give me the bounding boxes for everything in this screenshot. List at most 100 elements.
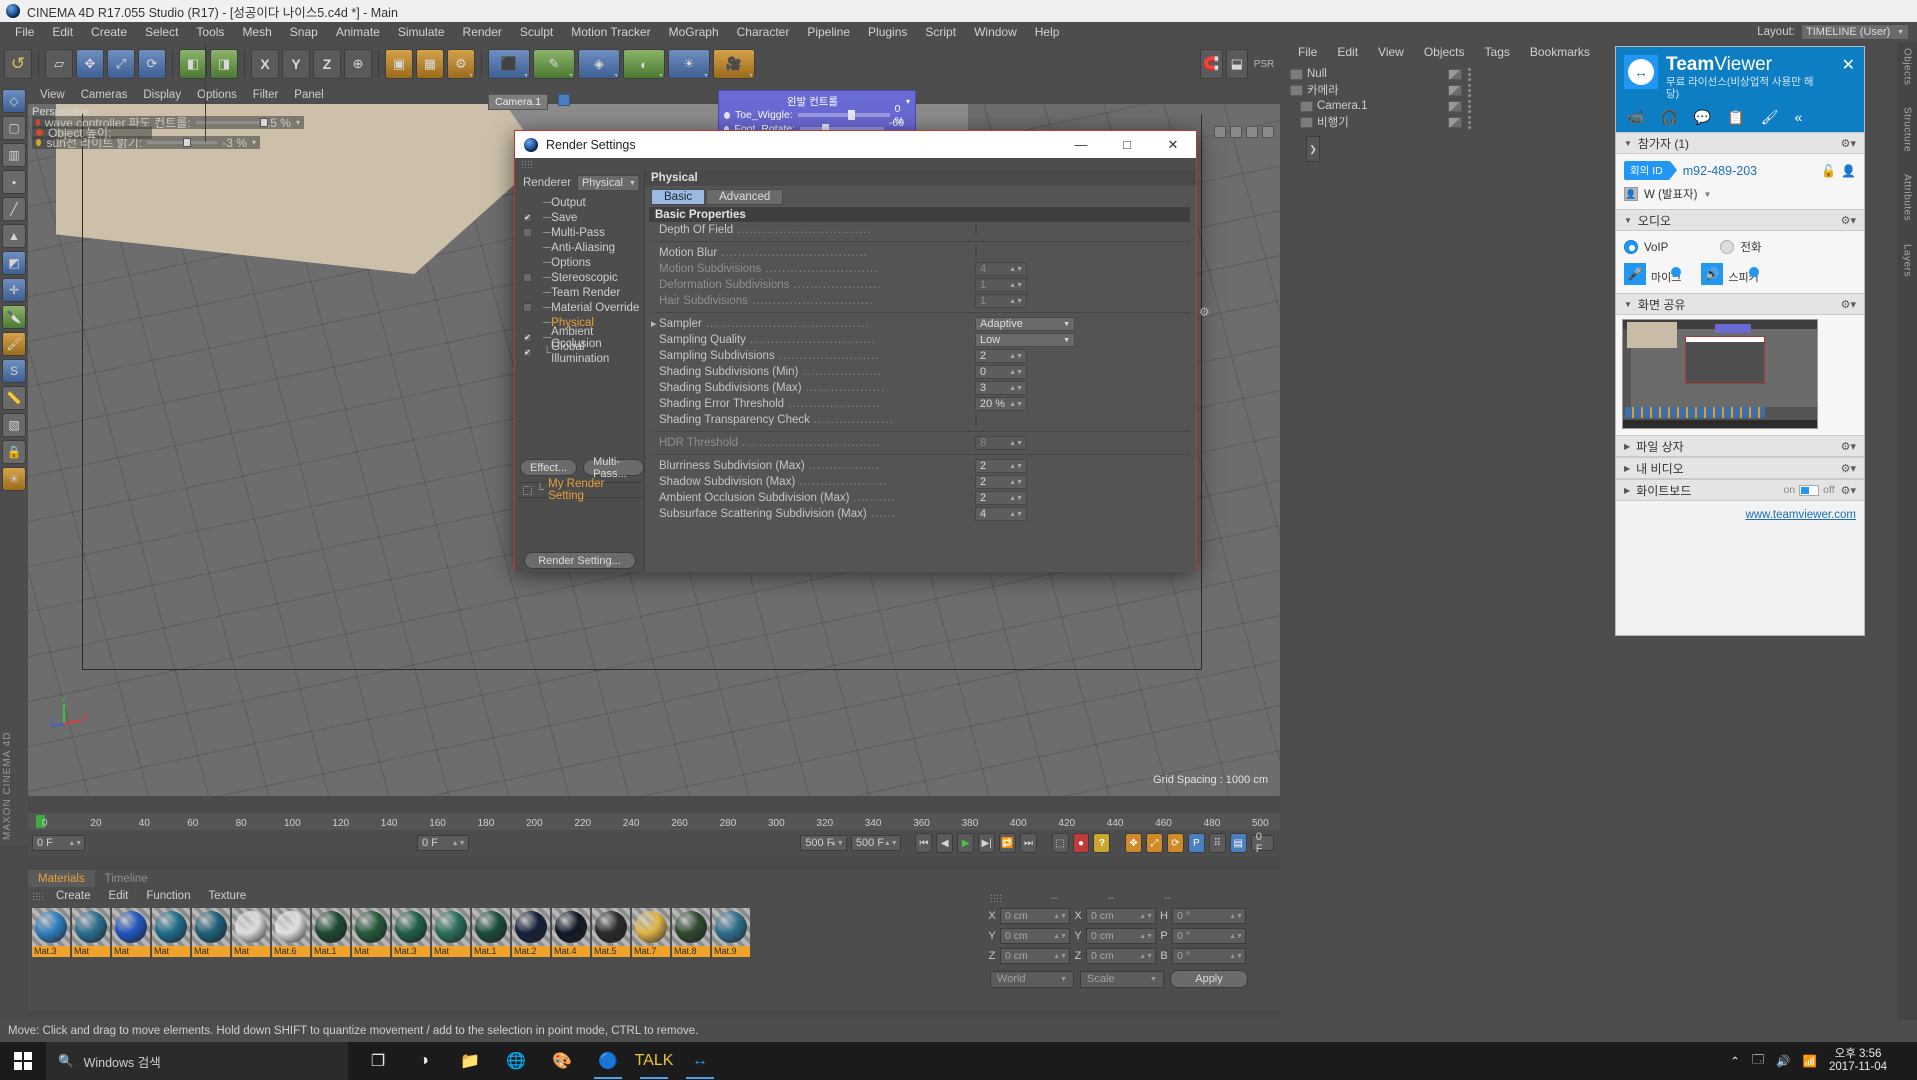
- objman-menu-edit[interactable]: Edit: [1327, 42, 1368, 62]
- teamviewer-panel[interactable]: ✕ ↔ TeamViewer 무료 라이선스(비상업적 사용만 해당) 📹 🎧 …: [1615, 46, 1865, 636]
- render-setting-node-output[interactable]: ─ Output: [517, 195, 644, 210]
- viewport-maximize-icon[interactable]: [1214, 126, 1226, 138]
- layout-selector[interactable]: Layout: TIMELINE (User) ▼: [1757, 22, 1909, 42]
- material-item[interactable]: Mat.1: [312, 908, 350, 957]
- menu-item-mograph[interactable]: MoGraph: [660, 22, 728, 42]
- gear-icon[interactable]: ⚙▾: [1841, 214, 1856, 227]
- axis-x-button[interactable]: X: [251, 49, 279, 79]
- property-number-field[interactable]: 4 ▲▼: [975, 507, 1027, 521]
- whiteboard-section-header[interactable]: ▶ 화이트보드 on off ⚙▾: [1616, 479, 1864, 501]
- checkbox-icon[interactable]: [523, 303, 532, 312]
- panel-grip-icon[interactable]: [990, 894, 1001, 902]
- rotate-tool-button[interactable]: ⟳: [138, 49, 166, 79]
- property-number-field[interactable]: 1 ▲▼: [975, 294, 1027, 308]
- lock-icon[interactable]: 🔓: [1821, 164, 1836, 178]
- loop-button[interactable]: 🔁: [999, 833, 1017, 853]
- property-row-sampling-subdivisions[interactable]: Sampling Subdivisions...................…: [645, 348, 1196, 364]
- make-editable-button[interactable]: ◇: [2, 89, 26, 113]
- close-button[interactable]: ✕: [1150, 131, 1196, 158]
- screen-share-preview-wrap[interactable]: [1616, 315, 1864, 435]
- teamviewer-icon[interactable]: ↔: [678, 1042, 722, 1080]
- material-thumbnail[interactable]: [32, 908, 70, 946]
- notes-icon[interactable]: 📋: [1727, 109, 1744, 126]
- checkbox-checked-icon[interactable]: ✔: [523, 213, 532, 222]
- render-settings-content[interactable]: Physical Basic Advanced Basic Properties …: [645, 170, 1196, 572]
- task-view-icon[interactable]: ❐: [356, 1042, 400, 1080]
- render-tab-basic[interactable]: Basic: [651, 189, 706, 205]
- gear-icon[interactable]: ⚙▾: [1841, 484, 1856, 497]
- render-setting-node-save[interactable]: ✔ ─ Save: [517, 210, 644, 225]
- teamviewer-close-icon[interactable]: ✕: [1842, 55, 1855, 75]
- property-number-field[interactable]: 8 ▲▼: [975, 436, 1027, 450]
- coordinate-row[interactable]: X 0 cm ▲▼ X 0 cm ▲▼ H 0 ° ▲▼: [984, 906, 1280, 926]
- material-item[interactable]: Mat: [192, 908, 230, 957]
- chat-icon[interactable]: 💬: [1694, 109, 1711, 126]
- axis-z-button[interactable]: Z: [313, 49, 341, 79]
- menu-item-render[interactable]: Render: [454, 22, 511, 42]
- property-number-field[interactable]: 1 ▲▼: [975, 278, 1027, 292]
- render-settings-tabs[interactable]: Basic Advanced: [645, 186, 1196, 207]
- gear-icon[interactable]: ⚙▾: [1841, 462, 1856, 475]
- material-thumbnail[interactable]: [312, 908, 350, 946]
- tray-ime-icon[interactable]: 🗔: [1752, 1052, 1764, 1071]
- property-row-shading-subdivisions-min[interactable]: Shading Subdivisions (Min)..............…: [645, 364, 1196, 380]
- mic-control[interactable]: 🎤 마이크: [1624, 263, 1682, 285]
- end-frame-field[interactable]: 500 F ▲▼: [800, 835, 847, 851]
- key-scale-button[interactable]: ⤢: [1146, 833, 1163, 853]
- audio-mode-radios[interactable]: VoIP 전화: [1624, 239, 1856, 255]
- speaker-icon[interactable]: 🔊: [1701, 263, 1724, 285]
- current-frame-field[interactable]: 0 F ▲▼: [32, 835, 86, 851]
- add-scene-button[interactable]: ☀: [668, 49, 710, 79]
- object-dots-icon[interactable]: [1468, 83, 1471, 97]
- video-icon[interactable]: 📹: [1627, 109, 1644, 126]
- material-item[interactable]: Mat: [112, 908, 150, 957]
- render-settings-button[interactable]: ⚙: [447, 49, 475, 79]
- left-toolbar[interactable]: ◇ ▢ ▥ ⬩ ╱ ▲ ◩ ✛ 🔪 🖌 S 📏 ▧ 🔒 ✳ MAXON CINE…: [0, 86, 28, 846]
- render-settings-sidebar[interactable]: Renderer Physical ▼ ─ Output ✔ ─ Save ─ Multi-P…: [515, 170, 645, 572]
- property-row-subsurface-scattering-subdivision-max[interactable]: Subsurface Scattering Subdivision (Max).…: [645, 506, 1196, 522]
- menu-item-mesh[interactable]: Mesh: [233, 22, 280, 42]
- property-number-field[interactable]: 2 ▲▼: [975, 475, 1027, 489]
- chrome-icon[interactable]: 🌐: [494, 1042, 538, 1080]
- objman-menu-objects[interactable]: Objects: [1414, 42, 1475, 62]
- windows-taskbar[interactable]: 🔍 Windows 검색 ❐ ◑ 📁 🌐 🎨 🔵 TALK ↔ ⌃ 🗔 🔊 📶 …: [0, 1042, 1917, 1080]
- menu-item-file[interactable]: File: [6, 22, 43, 42]
- texture-mode-button[interactable]: ▥: [2, 143, 26, 167]
- camera-tag[interactable]: Camera.1: [488, 94, 549, 110]
- talk-icon[interactable]: TALK: [632, 1042, 676, 1080]
- property-checkbox[interactable]: [975, 413, 977, 427]
- goto-end-button[interactable]: ⏭: [1020, 833, 1037, 853]
- maximize-button[interactable]: □: [1104, 131, 1150, 158]
- hud-slider[interactable]: [147, 138, 218, 147]
- panel-expand-arrow-icon[interactable]: ❯: [1306, 136, 1320, 162]
- material-thumbnail[interactable]: [592, 908, 630, 946]
- property-checkbox[interactable]: [975, 223, 977, 237]
- property-value[interactable]: 20 % ▲▼: [975, 397, 1027, 411]
- property-row-blurriness-subdivision-max[interactable]: Blurriness Subdivision (Max)............…: [645, 458, 1196, 474]
- polygon-mode-button[interactable]: ▲: [2, 224, 26, 248]
- start-button[interactable]: [0, 1042, 46, 1080]
- dock-tab-objects[interactable]: Objects: [1902, 48, 1913, 85]
- sculpt-s-button[interactable]: S: [2, 359, 26, 383]
- material-thumbnail[interactable]: [632, 908, 670, 946]
- renderer-select[interactable]: Physical ▼: [576, 175, 639, 191]
- menu-item-character[interactable]: Character: [728, 22, 799, 42]
- viewport-solo-button[interactable]: ◩: [2, 251, 26, 275]
- material-thumbnail[interactable]: [512, 908, 550, 946]
- measure-tool-button[interactable]: 📏: [2, 386, 26, 410]
- toe-wiggle-slider[interactable]: [797, 110, 890, 120]
- object-visibility-tile[interactable]: [1448, 100, 1462, 112]
- magnet-tool-button[interactable]: ◨: [210, 49, 238, 79]
- property-number-field[interactable]: 0 ▲▼: [975, 365, 1027, 379]
- coordinates-panel[interactable]: -- -- -- X 0 cm ▲▼ X 0 cm ▲▼ H 0 ° ▲▼ Y 0 cm ▲▼ Y 0 c…: [984, 890, 1280, 1010]
- object-dots-icon[interactable]: [1468, 99, 1471, 113]
- effect-button[interactable]: Effect...: [520, 459, 578, 476]
- property-row-shading-subdivisions-max[interactable]: Shading Subdivisions (Max)..............…: [645, 380, 1196, 396]
- checkbox-checked-icon[interactable]: ✔: [523, 333, 532, 342]
- model-mode-button[interactable]: ▢: [2, 116, 26, 140]
- viewport-menu-filter[interactable]: Filter: [245, 86, 287, 104]
- render-settings-footer[interactable]: Render Setting...: [515, 552, 644, 569]
- my-video-section-header[interactable]: ▶ 내 비디오 ⚙▾: [1616, 457, 1864, 479]
- workplane-lock-button[interactable]: ▧: [2, 413, 26, 437]
- property-row-deformation-subdivisions[interactable]: Deformation Subdivisions................…: [645, 277, 1196, 293]
